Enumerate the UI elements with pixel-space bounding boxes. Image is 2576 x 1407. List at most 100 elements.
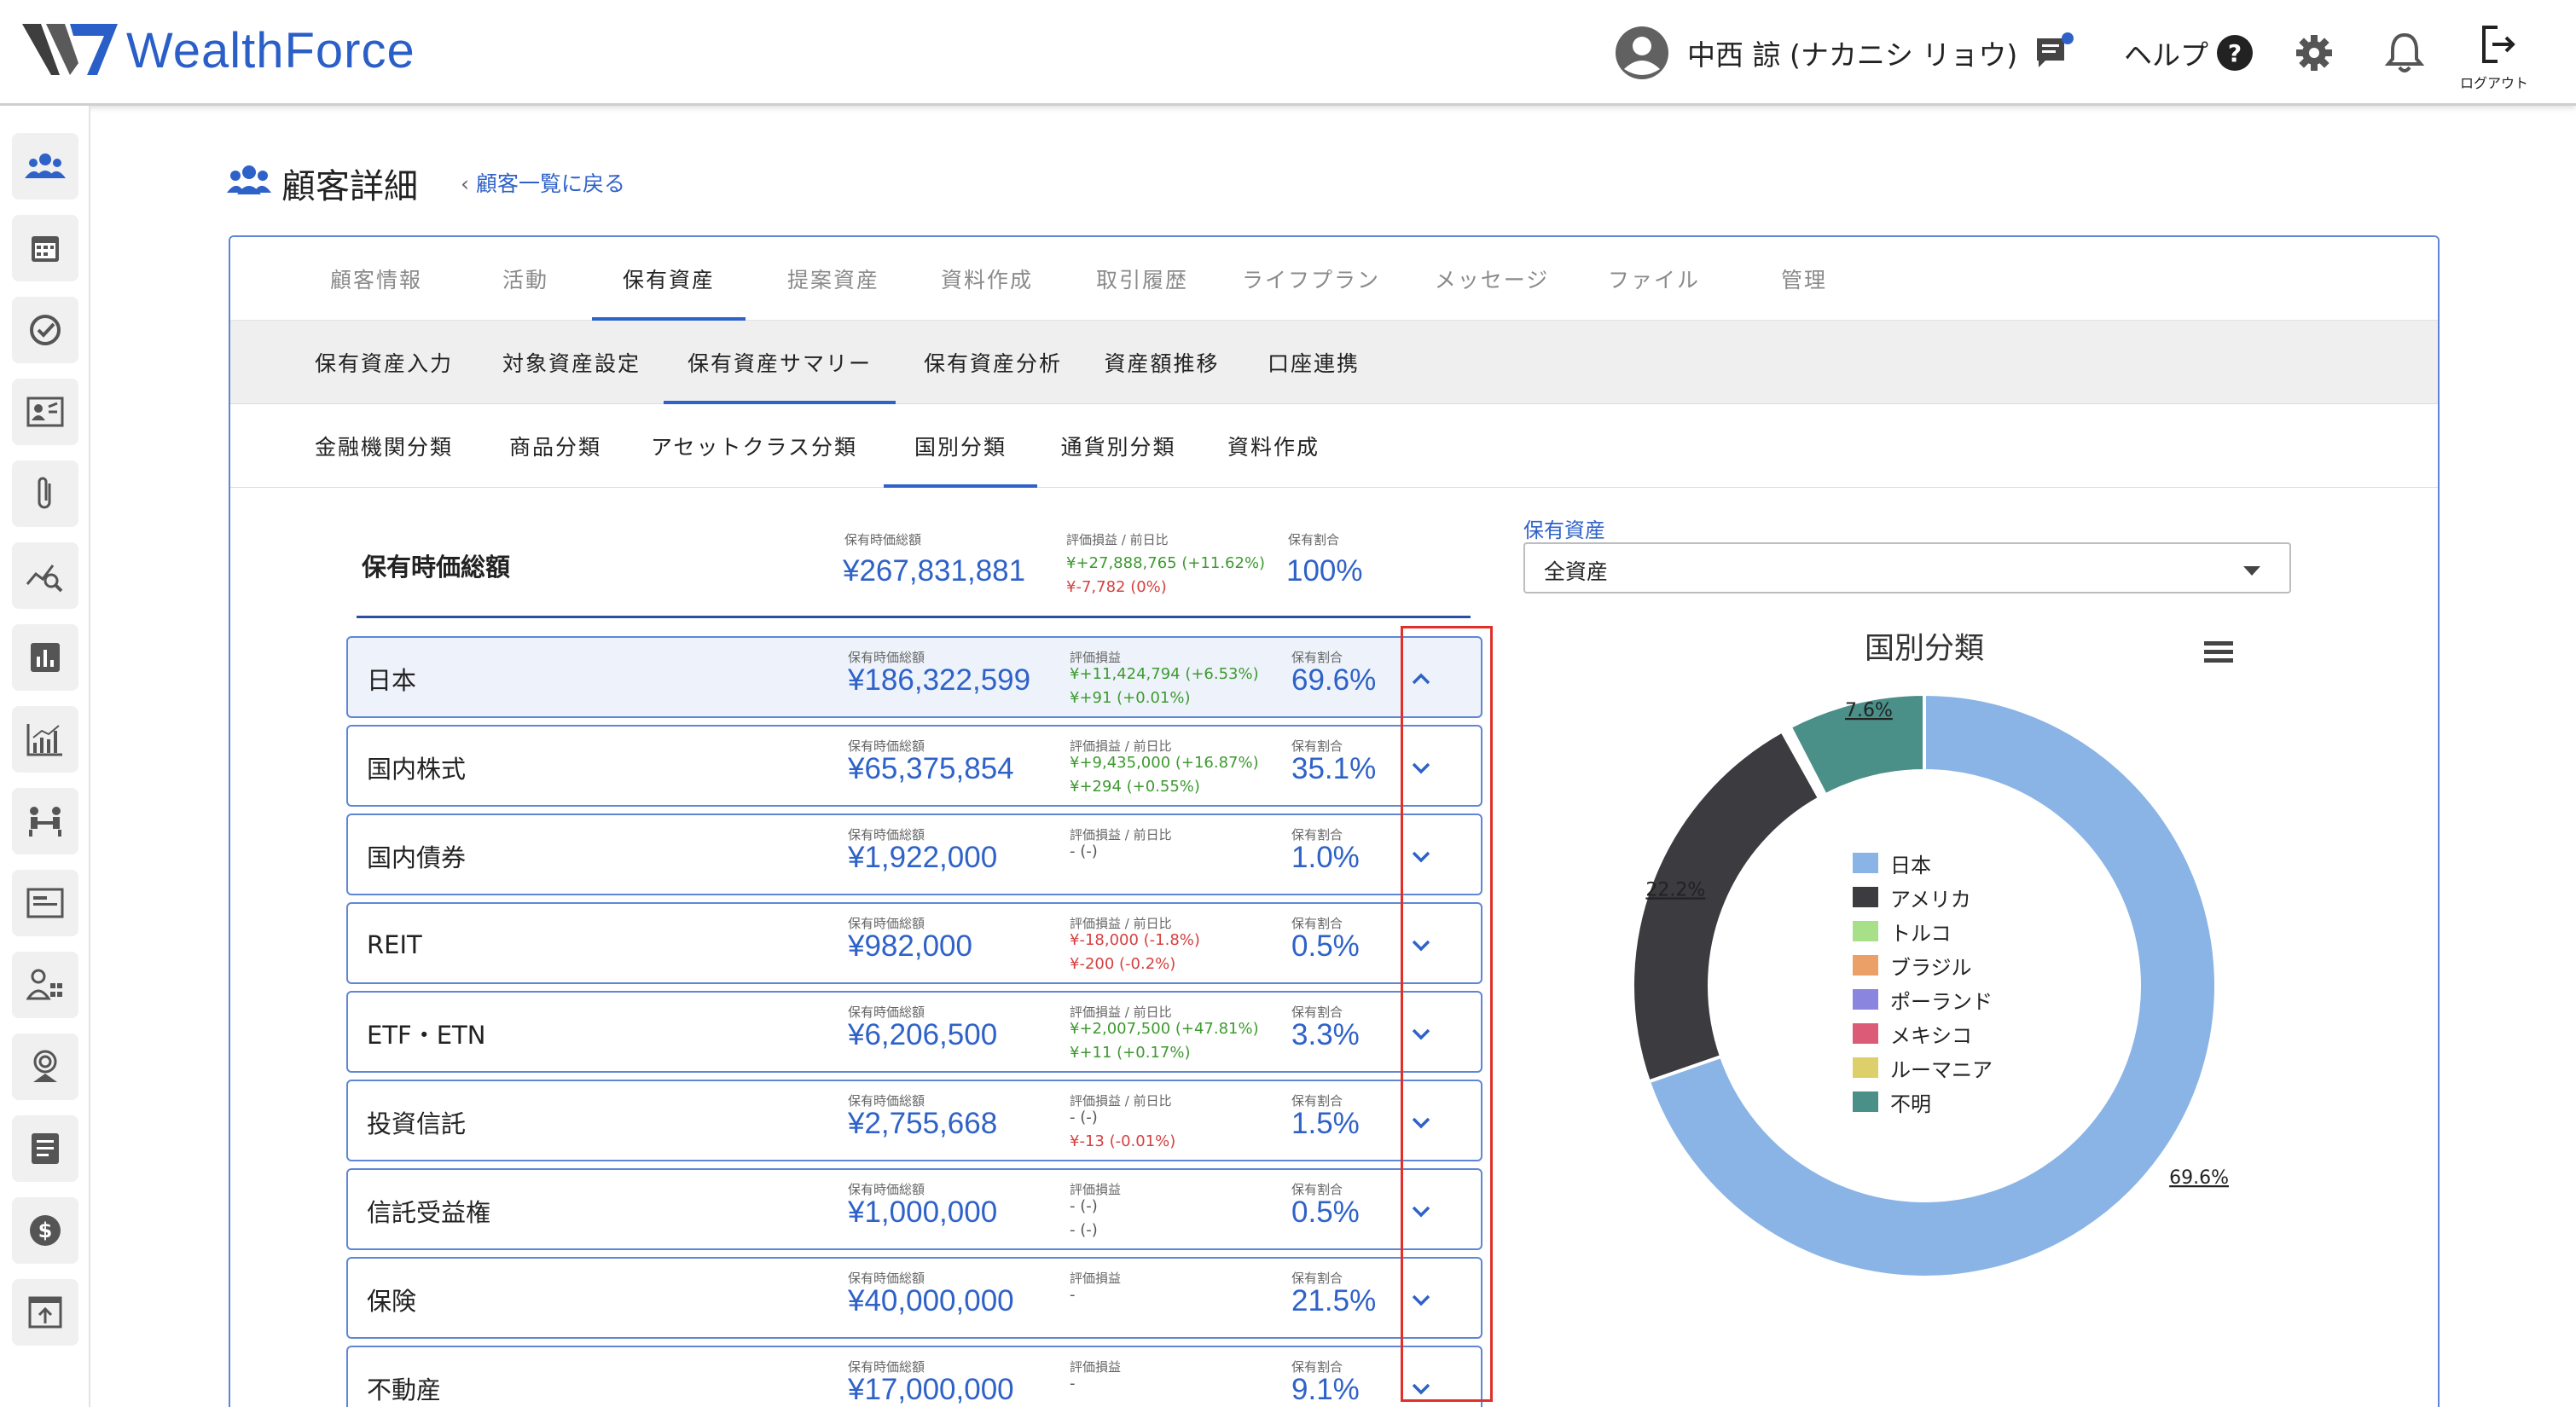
- asset-select-label: 保有資産: [1523, 518, 1605, 542]
- asset-select[interactable]: 全資産: [1523, 542, 2291, 593]
- category-row-investment-trust[interactable]: 投資信託 保有時価総額 ¥2,755,668 評価損益 / 前日比 - (-) …: [346, 1080, 1482, 1161]
- tab-by-institution[interactable]: 金融機関分類: [307, 404, 461, 488]
- row-label: 国内債券: [367, 843, 467, 872]
- tab-report-create[interactable]: 資料作成: [1218, 404, 1329, 488]
- analysis-icon: [26, 565, 63, 593]
- summary-ratio: 100%: [1286, 554, 1363, 588]
- tab-target-assets[interactable]: 対象資産設定: [495, 321, 648, 404]
- category-row-domestic-stock[interactable]: 国内株式 保有時価総額 ¥65,375,854 評価損益 / 前日比 ¥+9,4…: [346, 725, 1482, 807]
- sidebar-item-meetings[interactable]: [12, 788, 78, 854]
- sidebar-item-notes[interactable]: [12, 1115, 78, 1182]
- tab-holdings-input[interactable]: 保有資産入力: [307, 321, 461, 404]
- hamburger-menu-icon[interactable]: [2202, 638, 2235, 665]
- category-row-insurance[interactable]: 保険 保有時価総額 ¥40,000,000 評価損益 - 保有割合 21.5%: [346, 1257, 1482, 1339]
- messages-button[interactable]: [2034, 0, 2076, 106]
- row-value: ¥1,000,000: [848, 1196, 998, 1229]
- legend-item[interactable]: 日本: [1853, 846, 1993, 880]
- summary-gain: ¥+27,888,765 (+11.62%): [1066, 554, 1266, 572]
- help-label: ヘルプ: [2124, 38, 2208, 72]
- tab-by-country[interactable]: 国別分類: [884, 404, 1037, 488]
- legend-swatch: [1853, 1023, 1878, 1044]
- sidebar-item-export[interactable]: [12, 1279, 78, 1346]
- legend-item[interactable]: アメリカ: [1853, 880, 1993, 914]
- sidebar-item-statistics[interactable]: [12, 706, 78, 773]
- chart-legend: 日本アメリカ トルコ ブラジルポーランド メキシコルーマニア不明: [1853, 846, 1993, 1119]
- category-row-trust-beneficiary[interactable]: 信託受益権 保有時価総額 ¥1,000,000 評価損益 - (-) - (-)…: [346, 1168, 1482, 1250]
- legend-label: ポーランド: [1890, 989, 1993, 1014]
- sidebar-item-calendar[interactable]: [12, 215, 78, 281]
- sidebar-item-documents[interactable]: [12, 870, 78, 936]
- sidebar-item-report[interactable]: [12, 624, 78, 691]
- user-menu[interactable]: 中西 諒 (ナカニシ リョウ): [1616, 0, 2017, 106]
- tab-by-asset-class[interactable]: アセットクラス分類: [643, 404, 865, 488]
- brand-name: WealthForce: [126, 23, 415, 78]
- tab-holdings-analysis[interactable]: 保有資産分析: [916, 321, 1070, 404]
- sidebar-item-tasks[interactable]: [12, 297, 78, 363]
- page-title: 顧客詳細: [281, 167, 418, 206]
- row-value: ¥2,755,668: [848, 1107, 998, 1140]
- row-label: 日本: [367, 666, 417, 695]
- legend-item[interactable]: 不明: [1853, 1085, 1993, 1119]
- tab-transactions[interactable]: 取引履歴: [1078, 237, 1206, 321]
- settings-button[interactable]: [2295, 0, 2334, 106]
- tab-proposed[interactable]: 提案資産: [769, 237, 897, 321]
- back-to-list-link[interactable]: ‹ 顧客一覧に戻る: [461, 167, 625, 198]
- legend-label: ルーマニア: [1890, 1057, 1993, 1082]
- category-row-reit[interactable]: REIT 保有時価総額 ¥982,000 評価損益 / 前日比 ¥-18,000…: [346, 902, 1482, 984]
- legend-item[interactable]: メキシコ: [1853, 1016, 1993, 1051]
- tab-asset-trend[interactable]: 資産額推移: [1085, 321, 1239, 404]
- row-label: 投資信託: [367, 1109, 467, 1138]
- back-link-label: 顧客一覧に戻る: [475, 171, 625, 196]
- tab-holdings-summary[interactable]: 保有資産サマリー: [664, 321, 896, 404]
- legend-label: アメリカ: [1890, 887, 1971, 912]
- primary-tabs: 顧客情報 活動 保有資産 提案資産 資料作成 取引履歴 ライフプラン メッセージ…: [230, 237, 2438, 321]
- tab-admin[interactable]: 管理: [1757, 237, 1851, 321]
- tab-by-product[interactable]: 商品分類: [500, 404, 611, 488]
- row-value: ¥186,322,599: [848, 663, 1031, 697]
- category-row-domestic-bond[interactable]: 国内債券 保有時価総額 ¥1,922,000 評価損益 / 前日比 - (-) …: [346, 814, 1482, 895]
- legend-item[interactable]: トルコ: [1853, 914, 1993, 948]
- legend-item[interactable]: ルーマニア: [1853, 1051, 1993, 1085]
- row-label: REIT: [367, 930, 422, 959]
- row-gain-caption: 評価損益 / 前日比: [1070, 827, 1172, 842]
- tab-customer-info[interactable]: 顧客情報: [312, 237, 440, 321]
- row-gain: ¥+2,007,500 (+47.81%): [1070, 1020, 1259, 1038]
- notes-icon: [32, 1133, 59, 1164]
- tab-by-currency[interactable]: 通貨別分類: [1054, 404, 1182, 488]
- tab-holdings[interactable]: 保有資産: [592, 237, 746, 321]
- notifications-button[interactable]: [2385, 0, 2424, 106]
- sidebar-item-billing[interactable]: $: [12, 1197, 78, 1264]
- sidebar-item-profile[interactable]: [12, 379, 78, 445]
- category-row-real-estate[interactable]: 不動産 保有時価総額 ¥17,000,000 評価損益 - 保有割合 9.1%: [346, 1346, 1482, 1407]
- customers-icon: [25, 153, 66, 178]
- logout-button[interactable]: ログアウト: [2460, 0, 2533, 106]
- sidebar: $: [0, 106, 90, 1407]
- sidebar-item-user-admin[interactable]: [12, 952, 78, 1018]
- tab-life-plan[interactable]: ライフプラン: [1230, 237, 1392, 321]
- sidebar-item-attachments[interactable]: [12, 460, 78, 527]
- tab-messages[interactable]: メッセージ: [1411, 237, 1573, 321]
- highlight-box: [1401, 626, 1493, 1402]
- tab-materials[interactable]: 資料作成: [923, 237, 1051, 321]
- row-gain: - (-): [1070, 842, 1098, 860]
- svg-text:$: $: [38, 1219, 53, 1242]
- category-row-japan[interactable]: 日本 保有時価総額 ¥186,322,599 評価損益 ¥+11,424,794…: [346, 636, 1482, 718]
- row-ratio: 69.6%: [1291, 663, 1377, 697]
- legend-swatch: [1853, 1091, 1878, 1112]
- legend-item[interactable]: ポーランド: [1853, 982, 1993, 1016]
- brand-logo[interactable]: WealthForce: [22, 22, 415, 79]
- sidebar-item-customers[interactable]: [12, 133, 78, 200]
- customers-title-icon: [227, 165, 271, 194]
- sidebar-item-events[interactable]: [12, 1034, 78, 1100]
- legend-item[interactable]: ブラジル: [1853, 948, 1993, 982]
- tab-activity[interactable]: 活動: [483, 237, 568, 321]
- help-button[interactable]: ヘルプ ?: [2124, 0, 2253, 106]
- tab-files[interactable]: ファイル: [1590, 237, 1718, 321]
- sidebar-item-analysis[interactable]: [12, 542, 78, 609]
- pie-slice-1[interactable]: [1631, 728, 1822, 1084]
- row-daily-change: ¥-13 (-0.01%): [1070, 1132, 1176, 1150]
- row-gain: - (-): [1070, 1197, 1098, 1215]
- row-gain-caption: 評価損益: [1070, 1359, 1122, 1375]
- category-row-etf-etn[interactable]: ETF・ETN 保有時価総額 ¥6,206,500 評価損益 / 前日比 ¥+2…: [346, 991, 1482, 1073]
- tab-account-link[interactable]: 口座連携: [1254, 321, 1373, 404]
